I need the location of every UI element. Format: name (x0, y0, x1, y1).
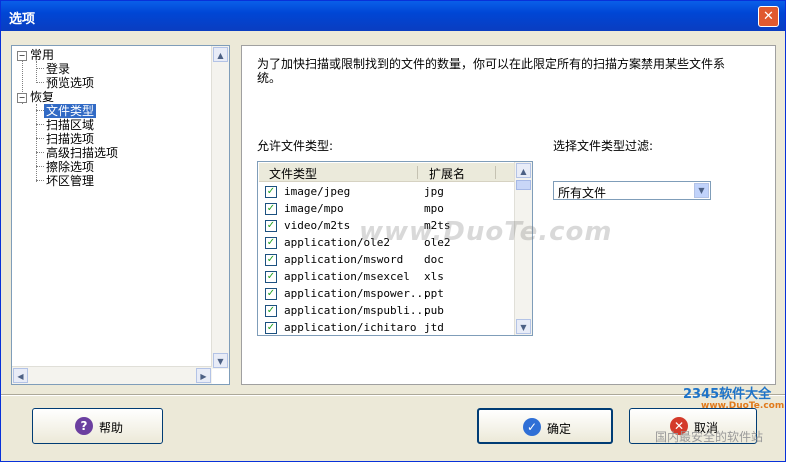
tree-node-preview[interactable]: 预览选项 (46, 76, 94, 90)
tree-node-recover[interactable]: 恢复 (30, 90, 54, 104)
extension-cell: mpo (424, 202, 444, 215)
extension-cell: jpg (424, 185, 444, 198)
checkbox[interactable]: ✓ (265, 220, 277, 232)
ok-button[interactable]: ✓ 确定 (477, 408, 613, 444)
table-row[interactable]: ✓ image/jpeg jpg (259, 183, 514, 200)
allowed-types-label: 允许文件类型: (257, 139, 334, 153)
file-type-cell: application/mspower... (284, 287, 430, 300)
filter-label: 选择文件类型过滤: (553, 139, 654, 153)
brand-watermark: 2345软件大全 (683, 387, 772, 402)
tree-connector (36, 152, 44, 153)
tree-node-scan-options[interactable]: 扫描选项 (46, 132, 94, 146)
scroll-up-icon[interactable]: ▲ (213, 47, 228, 62)
file-type-cell: image/jpeg (284, 185, 351, 198)
brand-url-watermark: www.DuoTe.com (701, 401, 785, 411)
divider (1, 394, 785, 396)
tree-connector (36, 82, 44, 83)
options-dialog: 选项 ✕ − 常用 登录 预览选项 − 恢复 文件类型 扫描区域 扫描选项 高级… (0, 0, 786, 462)
file-filter-value: 所有文件 (558, 186, 607, 200)
extension-cell: ppt (424, 287, 444, 300)
list-header: 文件类型 扩展名 (259, 163, 514, 182)
window-title: 选项 (9, 12, 36, 27)
tree-node-file-types[interactable]: 文件类型 (44, 104, 97, 118)
options-tree[interactable]: − 常用 登录 预览选项 − 恢复 文件类型 扫描区域 扫描选项 高级扫描选项 … (11, 45, 230, 385)
table-row[interactable]: ✓ application/mspower... ppt (259, 285, 514, 302)
scroll-thumb[interactable] (516, 180, 531, 190)
extension-cell: pub (424, 304, 444, 317)
tree-node-general[interactable]: 常用 (30, 48, 54, 62)
checkbox[interactable]: ✓ (265, 254, 277, 266)
file-type-cell: application/mspubli... (284, 304, 430, 317)
file-type-cell: video/m2ts (284, 219, 351, 232)
title-bar[interactable]: 选项 ✕ (1, 1, 785, 31)
scroll-left-icon[interactable]: ◀ (13, 368, 28, 383)
scroll-right-icon[interactable]: ▶ (196, 368, 211, 383)
tree-horizontal-scrollbar[interactable]: ◀ ▶ (12, 366, 212, 384)
watermark-text: www.DuoTe.com (359, 217, 613, 247)
tree-node-advanced-scan[interactable]: 高级扫描选项 (46, 146, 118, 160)
checkmark-icon: ✓ (523, 418, 541, 436)
tree-vertical-scrollbar[interactable]: ▲ ▼ (211, 46, 229, 369)
tree-node-bad-sector[interactable]: 坏区管理 (46, 174, 94, 188)
tree-connector (36, 166, 44, 167)
file-type-list[interactable]: 文件类型 扩展名 ✓ image/jpeg jpg ✓ image/mpo mpo ✓ vid… (257, 161, 533, 336)
tree-connector (36, 138, 44, 139)
ok-button-label: 确定 (547, 422, 572, 436)
checkbox[interactable]: ✓ (265, 288, 277, 300)
column-header-type[interactable]: 文件类型 (269, 165, 317, 182)
tree-connector (36, 104, 37, 182)
extension-cell: xls (424, 270, 444, 283)
list-vertical-scrollbar[interactable]: ▲ ▼ (514, 162, 532, 335)
tree-connector (36, 68, 44, 69)
collapse-icon[interactable]: − (17, 51, 27, 61)
table-row[interactable]: ✓ application/msexcel xls (259, 268, 514, 285)
checkbox[interactable]: ✓ (265, 203, 277, 215)
collapse-icon[interactable]: − (17, 93, 27, 103)
column-divider (417, 166, 418, 179)
chevron-down-icon[interactable]: ▼ (694, 183, 709, 198)
file-type-cell: application/msexcel (284, 270, 410, 283)
panel-description: 为了加快扫描或限制找到的文件的数量，你可以在此限定所有的扫描方案禁用某些文件系统… (257, 57, 726, 85)
checkbox[interactable]: ✓ (265, 305, 277, 317)
scroll-up-icon[interactable]: ▲ (516, 163, 531, 178)
tree-connector (36, 124, 44, 125)
extension-cell: jtd (424, 321, 444, 334)
close-icon[interactable]: ✕ (758, 6, 779, 27)
table-row[interactable]: ✓ application/msword doc (259, 251, 514, 268)
file-type-cell: application/msword (284, 253, 404, 266)
file-type-cell: image/mpo (284, 202, 344, 215)
table-row[interactable]: ✓ application/mspubli... pub (259, 302, 514, 319)
checkbox[interactable]: ✓ (265, 271, 277, 283)
tree-node-erase-options[interactable]: 擦除选项 (46, 160, 94, 174)
tree-connector (36, 180, 44, 181)
checkbox[interactable]: ✓ (265, 237, 277, 249)
table-row[interactable]: ✓ image/mpo mpo (259, 200, 514, 217)
help-button-label: 帮助 (99, 421, 124, 435)
column-header-ext[interactable]: 扩展名 (429, 165, 465, 182)
tree-connector (36, 110, 44, 111)
file-type-cell: application/ichitaro (284, 321, 417, 334)
help-button[interactable]: ? 帮助 (32, 408, 163, 444)
extension-cell: doc (424, 253, 444, 266)
scroll-down-icon[interactable]: ▼ (213, 353, 228, 368)
tree-connector (36, 61, 37, 83)
tree-node-scan-area[interactable]: 扫描区域 (46, 118, 94, 132)
table-row[interactable]: ✓ application/ichitaro jtd (259, 319, 514, 336)
site-watermark: 国内最安全的软件站 (655, 430, 764, 444)
scroll-down-icon[interactable]: ▼ (516, 319, 531, 334)
help-icon: ? (75, 417, 93, 435)
checkbox[interactable]: ✓ (265, 186, 277, 198)
tree-node-login[interactable]: 登录 (46, 62, 70, 76)
file-filter-select[interactable]: 所有文件 ▼ (553, 181, 711, 200)
checkbox[interactable]: ✓ (265, 322, 277, 334)
column-divider (495, 166, 496, 179)
